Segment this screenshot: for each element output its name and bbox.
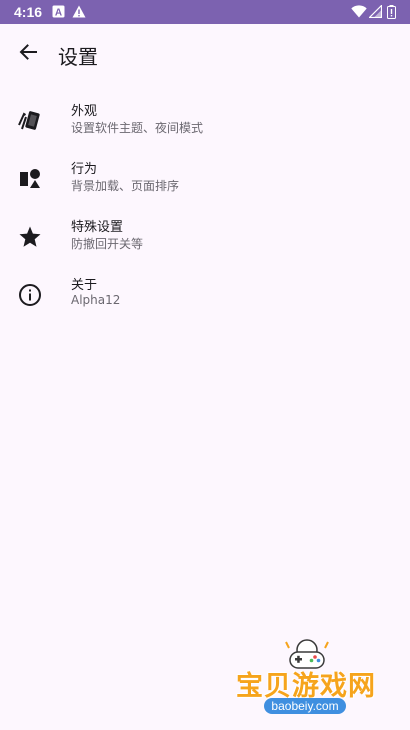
svg-text:A: A [55,8,62,19]
item-title: 行为 [71,162,98,177]
status-time: 4:16 [14,4,43,20]
item-title: 关于 [71,278,98,293]
settings-item-about[interactable]: 关于 Alpha12 [0,267,410,325]
item-subtitle: Alpha12 [71,293,121,307]
back-button[interactable] [10,36,46,72]
item-title: 外观 [71,104,98,119]
star-icon [16,223,44,251]
watermark-url: baobeiy.com [264,698,346,714]
info-icon [16,281,44,309]
wifi-icon [351,5,367,23]
notification-a-icon: A [52,5,65,23]
battery-icon [387,5,396,24]
settings-item-behavior[interactable]: 行为 背景加载、页面排序 [0,151,410,209]
warning-icon [72,5,86,23]
status-bar: 4:16 A [0,0,410,24]
signal-icon [368,4,383,23]
palette-cards-icon [16,107,44,135]
shapes-icon [16,165,44,193]
watermark-logo: 宝贝游戏网 baobeiy.com [228,636,388,726]
item-subtitle: 防撤回开关等 [71,237,144,251]
item-subtitle: 设置软件主题、夜间模式 [71,121,204,135]
arrow-left-icon [19,44,37,64]
settings-item-appearance[interactable]: 外观 设置软件主题、夜间模式 [0,93,410,151]
item-title: 特殊设置 [71,220,124,235]
app-bar: 设置 [0,24,410,84]
item-subtitle: 背景加载、页面排序 [71,179,180,193]
settings-item-special[interactable]: 特殊设置 防撤回开关等 [0,209,410,267]
page-title: 设置 [58,45,98,69]
